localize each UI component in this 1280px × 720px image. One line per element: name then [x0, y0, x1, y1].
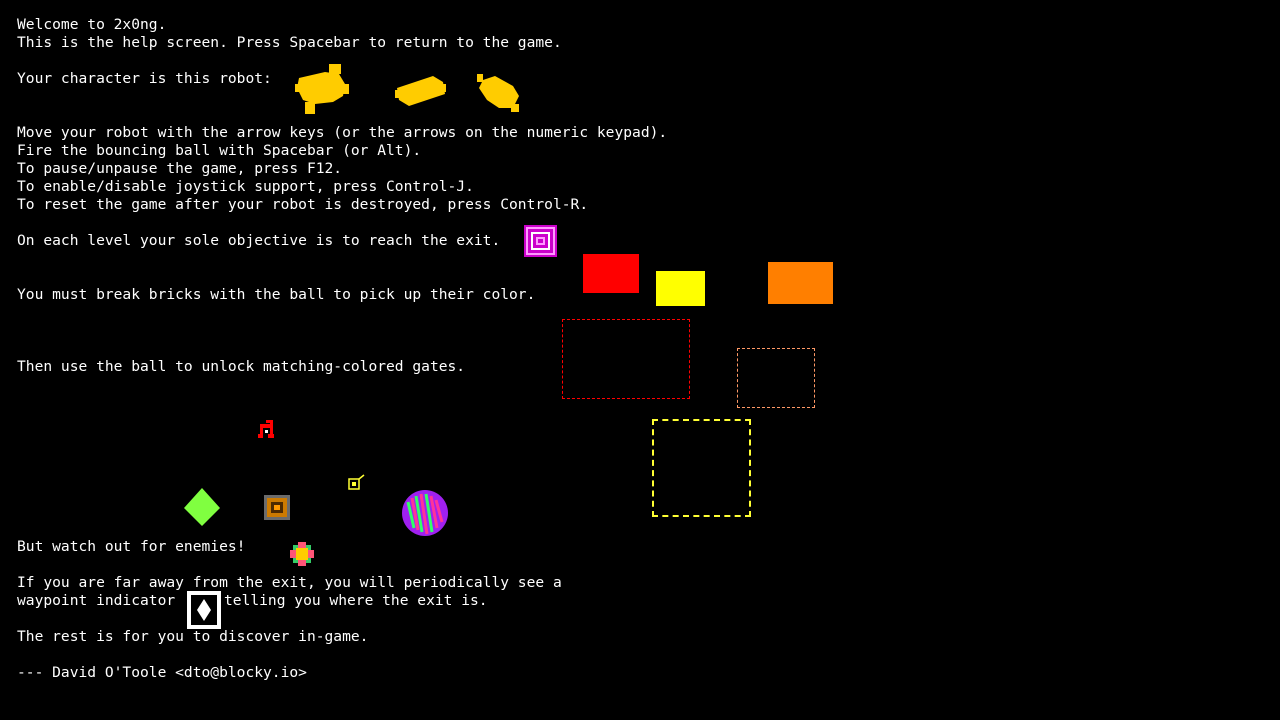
gates-text: Then use the ball to unlock matching-col…	[17, 358, 466, 375]
orange-brick	[768, 262, 833, 304]
green-diamond-enemy	[184, 488, 220, 526]
credit-text: --- David O'Toole <dto@blocky.io>	[17, 664, 307, 681]
orange-gate	[737, 348, 815, 408]
box-enemy	[264, 495, 290, 520]
waypoint-text-2a: waypoint indicator	[17, 592, 176, 609]
bricks-text: You must break bricks with the ball to p…	[17, 286, 536, 303]
character-text: Your character is this robot:	[17, 70, 272, 87]
waypoint-text-1: If you are far away from the exit, you w…	[17, 574, 562, 591]
enemies-text: But watch out for enemies!	[17, 538, 246, 555]
yellow-brick	[656, 271, 705, 306]
robot-sprite-3	[477, 74, 519, 112]
move-text: Move your robot with the arrow keys (or …	[17, 124, 668, 141]
fire-text: Fire the bouncing ball with Spacebar (or…	[17, 142, 422, 159]
reset-text: To reset the game after your robot is de…	[17, 196, 589, 213]
pause-text: To pause/unpause the game, press F12.	[17, 160, 343, 177]
waypoint-text-2b: telling you where the exit is.	[224, 592, 488, 609]
robot-sprite-1	[295, 64, 349, 114]
red-brick	[583, 254, 639, 293]
small-lock-enemy	[348, 474, 365, 490]
waypoint-indicator-icon	[187, 591, 221, 629]
red-gate	[562, 319, 690, 399]
exit-portal-icon	[524, 225, 557, 257]
music-note-enemy	[258, 420, 274, 438]
help-screen-text: This is the help screen. Press Spacebar …	[17, 34, 562, 51]
welcome-text: Welcome to 2x0ng.	[17, 16, 167, 33]
flower-enemy	[290, 542, 314, 566]
striped-blob-enemy	[402, 490, 448, 536]
yellow-gate	[652, 419, 751, 517]
robot-sprite-2	[395, 76, 446, 106]
joystick-text: To enable/disable joystick support, pres…	[17, 178, 474, 195]
rest-text: The rest is for you to discover in-game.	[17, 628, 369, 645]
objective-text: On each level your sole objective is to …	[17, 232, 501, 249]
